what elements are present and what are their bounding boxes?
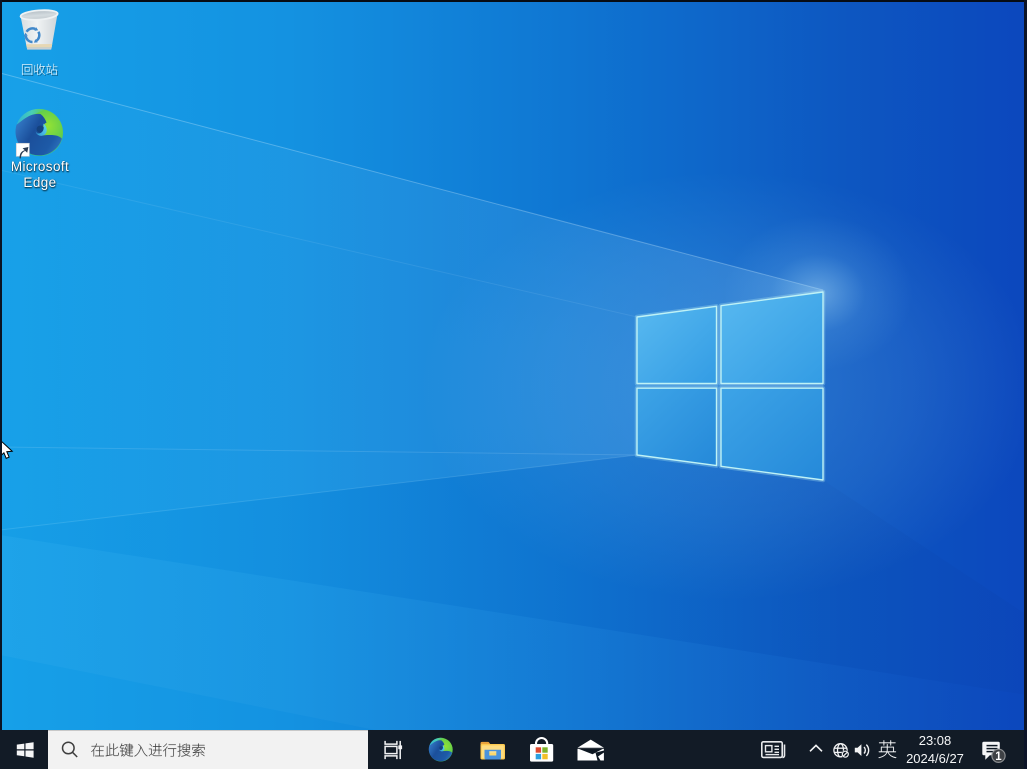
svg-text:1: 1 [995,751,1002,763]
